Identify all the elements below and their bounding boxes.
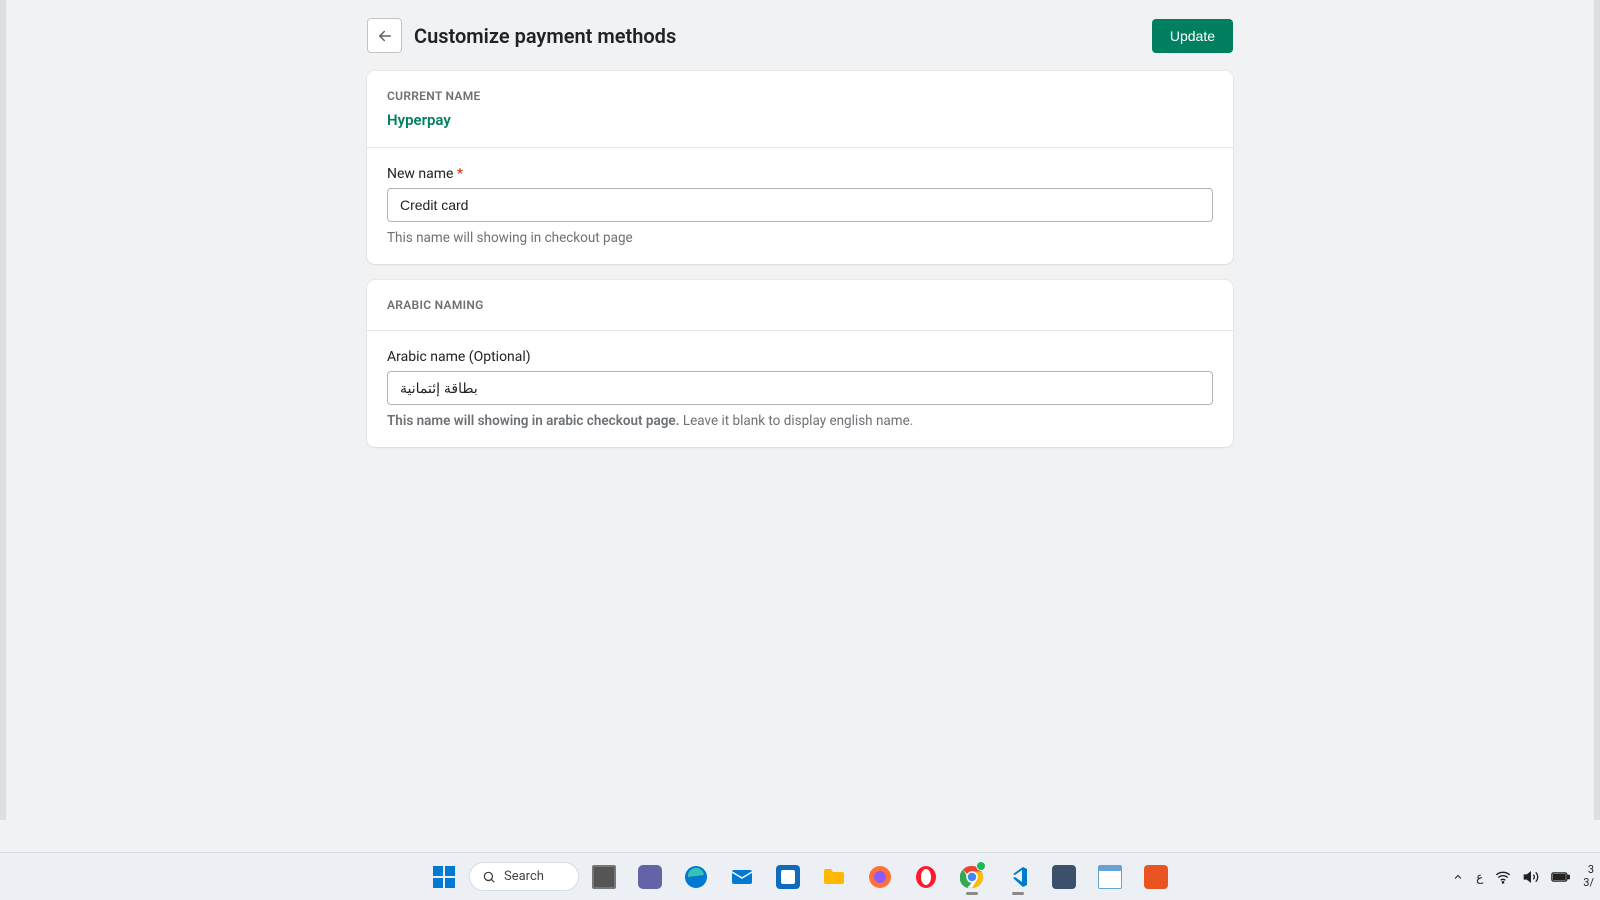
taskbar-center: Search	[424, 853, 1176, 900]
arabic-name-input[interactable]	[387, 371, 1213, 405]
app-icon-2	[1144, 865, 1168, 889]
taskbar-opera[interactable]	[906, 857, 946, 897]
taskbar-edge[interactable]	[676, 857, 716, 897]
arabic-name-label: Arabic name (Optional)	[387, 349, 1213, 365]
page: Customize payment methods Update CURRENT…	[0, 0, 1600, 820]
arabic-section-header: ARABIC NAMING	[367, 280, 1233, 330]
edge-icon	[684, 865, 708, 889]
arabic-help-bold: This name will showing in arabic checkou…	[387, 413, 680, 429]
chevron-up-icon[interactable]	[1452, 871, 1464, 883]
vscode-icon	[1006, 865, 1030, 889]
update-button[interactable]: Update	[1152, 19, 1233, 53]
badge-dot-icon	[976, 861, 986, 871]
taskbar-explorer[interactable]	[814, 857, 854, 897]
taskbar-notepad[interactable]	[1090, 857, 1130, 897]
taskbar-mail[interactable]	[722, 857, 762, 897]
volume-icon[interactable]	[1523, 869, 1539, 885]
arabic-name-help: This name will showing in arabic checkou…	[387, 413, 1213, 429]
teams-icon	[638, 865, 662, 889]
notepad-icon	[1098, 865, 1122, 889]
store-icon	[776, 865, 800, 889]
page-title: Customize payment methods	[414, 24, 1152, 48]
page-header: Customize payment methods Update	[367, 18, 1233, 71]
current-name-label: CURRENT NAME	[387, 89, 1213, 103]
taskbar-search-text: Search	[504, 869, 544, 884]
new-name-label-text: New name	[387, 166, 453, 182]
taskbar-firefox[interactable]	[860, 857, 900, 897]
card-arabic-naming: ARABIC NAMING Arabic name (Optional) Thi…	[367, 280, 1233, 447]
current-name-section: CURRENT NAME Hyperpay	[367, 71, 1233, 147]
required-indicator: *	[457, 166, 463, 182]
window-shadow-left	[0, 0, 6, 820]
windows-logo-icon	[433, 866, 455, 888]
battery-icon[interactable]	[1551, 870, 1571, 884]
start-button[interactable]	[424, 857, 464, 897]
taskbar-vscode[interactable]	[998, 857, 1038, 897]
new-name-help: This name will showing in checkout page	[387, 230, 1213, 246]
taskbar-search[interactable]: Search	[470, 863, 578, 890]
taskbar-task-view[interactable]	[584, 857, 624, 897]
opera-icon	[914, 865, 938, 889]
wifi-icon[interactable]	[1495, 869, 1511, 885]
taskbar-chrome[interactable]	[952, 857, 992, 897]
task-view-icon	[592, 865, 616, 889]
card-current-name: CURRENT NAME Hyperpay New name * This na…	[367, 71, 1233, 264]
back-button[interactable]	[367, 18, 402, 53]
new-name-label: New name *	[387, 166, 1213, 182]
current-name-value: Hyperpay	[387, 111, 1213, 129]
search-icon	[482, 870, 496, 884]
window-shadow-right	[1594, 0, 1600, 820]
new-name-input[interactable]	[387, 188, 1213, 222]
tray-language[interactable]: ع	[1476, 870, 1483, 884]
tray-clock[interactable]: 3 3/	[1583, 864, 1594, 888]
taskbar-teams[interactable]	[630, 857, 670, 897]
arabic-help-rest: Leave it blank to display english name.	[680, 413, 914, 429]
new-name-section: New name * This name will showing in che…	[367, 147, 1233, 264]
arabic-section-label: ARABIC NAMING	[387, 298, 1213, 312]
taskbar-app-2[interactable]	[1136, 857, 1176, 897]
arabic-name-section: Arabic name (Optional) This name will sh…	[367, 330, 1233, 447]
windows-taskbar: Search ع	[0, 852, 1600, 900]
mail-icon	[730, 865, 754, 889]
system-tray: ع 3 3/	[1452, 853, 1594, 900]
taskbar-app-1[interactable]	[1044, 857, 1084, 897]
taskbar-store[interactable]	[768, 857, 808, 897]
tray-date-bottom: 3/	[1583, 877, 1594, 889]
app-icon-1	[1052, 865, 1076, 889]
folder-icon	[822, 865, 846, 889]
content: Customize payment methods Update CURRENT…	[367, 18, 1233, 447]
tray-date-top: 3	[1583, 864, 1594, 876]
firefox-icon	[868, 865, 892, 889]
arrow-left-icon	[376, 27, 394, 45]
